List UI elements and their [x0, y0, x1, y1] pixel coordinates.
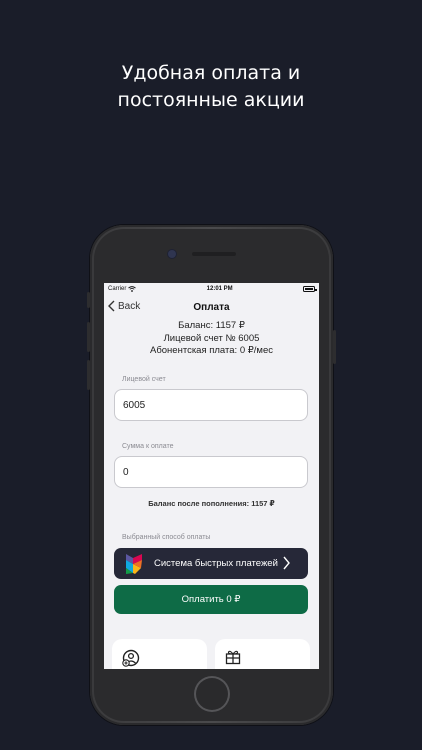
account-info: Баланс: 1157 ₽ Лицевой счет № 6005 Абоне… — [104, 320, 319, 358]
amount-field-label: Сумма к оплате — [122, 443, 174, 450]
promo-headline: Удобная оплата и постоянные акции — [0, 60, 422, 114]
amount-input[interactable]: 0 — [114, 456, 308, 488]
balance-after-text: Баланс после пополнения: 1157 ₽ — [148, 499, 275, 508]
earpiece-speaker — [192, 252, 236, 256]
pay-button[interactable]: Оплатить 0 ₽ — [114, 585, 308, 614]
payment-method-name: Система быстрых платежей — [154, 558, 278, 569]
action-card-add-user[interactable] — [112, 639, 207, 669]
back-label: Back — [118, 300, 141, 312]
payment-method-selector[interactable]: Система быстрых платежей — [114, 548, 308, 579]
page-title: Оплата — [193, 301, 230, 313]
volume-up-button — [87, 322, 90, 352]
front-camera — [168, 250, 176, 258]
action-card-gift[interactable] — [215, 639, 310, 669]
wifi-icon — [128, 286, 137, 292]
app-screen: Carrier 12:01 PM Back Оплата Баланс: 115… — [104, 283, 319, 669]
battery-icon — [302, 286, 317, 292]
headline-line-1: Удобная оплата и — [121, 62, 301, 84]
power-button — [333, 330, 336, 364]
home-button[interactable] — [194, 676, 230, 712]
carrier-label: Carrier — [108, 286, 127, 292]
account-number-input[interactable]: 6005 — [114, 389, 308, 421]
gift-icon — [225, 650, 241, 665]
volume-down-button — [87, 360, 90, 390]
account-number-text: Лицевой счет № 6005 — [163, 332, 260, 344]
chevron-left-icon — [108, 300, 115, 312]
headline-line-2: постоянные акции — [117, 89, 305, 111]
subscription-fee-text: Абонентская плата: 0 ₽/мес — [149, 345, 273, 356]
account-field-label: Лицевой счет — [122, 376, 166, 383]
chevron-right-icon — [283, 556, 290, 570]
add-user-icon — [122, 649, 140, 667]
back-button[interactable]: Back — [108, 300, 140, 312]
status-time: 12:01 PM — [206, 286, 233, 292]
mute-switch — [87, 292, 90, 308]
sbp-logo-icon — [126, 553, 142, 574]
balance-text: Баланс: 1157 ₽ — [178, 320, 245, 331]
payment-method-label: Выбранный способ оплаты — [122, 534, 211, 541]
navigation-bar: Back Оплата — [104, 295, 319, 319]
status-bar: Carrier 12:01 PM — [104, 283, 319, 295]
